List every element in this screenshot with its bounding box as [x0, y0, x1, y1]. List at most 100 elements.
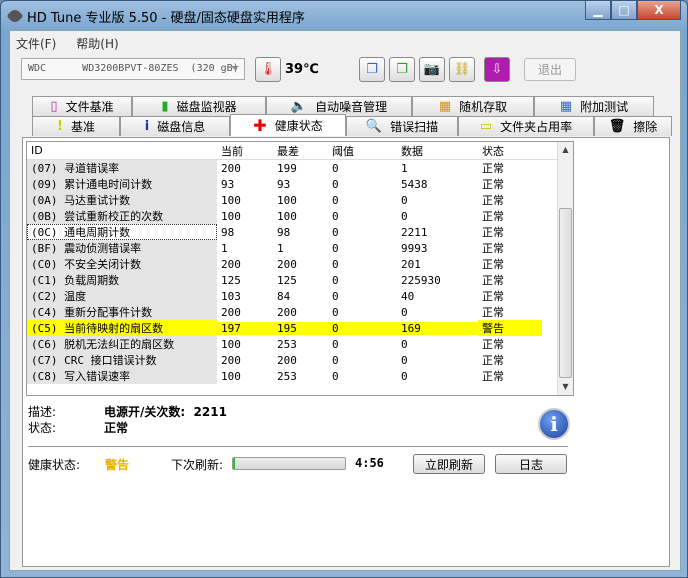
tab-file-benchmark[interactable]: ▯ 文件基准 [32, 96, 132, 116]
tab-health[interactable]: ✚ 健康状态 [230, 114, 346, 136]
tab-aam[interactable]: 🔈 自动噪音管理 [266, 96, 412, 116]
copy-info-button[interactable]: ❐ [359, 57, 385, 82]
col-data[interactable]: 数据 [397, 143, 478, 159]
tab-disk-info[interactable]: i 磁盘信息 [120, 116, 230, 136]
tab-random-access[interactable]: ▦ 随机存取 [412, 96, 534, 116]
table-row[interactable]: (09) 累计通电时间计数 93 93 0 5438 正常 [27, 176, 573, 192]
cell: 0 [332, 225, 339, 239]
cell: 警告 [478, 320, 542, 336]
tab-extra-tests[interactable]: ▦ 附加测试 [534, 96, 654, 116]
refresh-now-button[interactable]: 立即刷新 [413, 454, 485, 474]
cell: 195 [273, 321, 328, 335]
table-row[interactable]: (C0) 不安全关闭计数 200 200 0 201 正常 [27, 256, 573, 272]
cell: 正常 [482, 370, 504, 383]
menu-file[interactable]: 文件(F) [16, 35, 56, 52]
copy-all-button[interactable]: ❐ [389, 57, 415, 82]
window-title: HD Tune 专业版 5.50 - 硬盘/固态硬盘实用程序 [27, 10, 305, 26]
cell: 0 [332, 337, 339, 351]
cell: 1 [401, 161, 408, 175]
red-cross-icon: ✚ [253, 116, 267, 135]
cell: 200 [221, 161, 241, 175]
col-status[interactable]: 状态 [478, 143, 542, 159]
title-bar: HD Tune 专业版 5.50 - 硬盘/固态硬盘实用程序 [6, 6, 305, 26]
cell: (C7) CRC 接口错误计数 [27, 352, 217, 368]
table-row[interactable]: (C6) 脱机无法纠正的扇区数 100 253 0 0 正常 [27, 336, 573, 352]
cell: 0 [332, 241, 339, 255]
tab-label: 文件基准 [65, 100, 114, 114]
cell: 0 [332, 353, 339, 367]
magnifier-icon: 🔍 [365, 119, 383, 134]
info-icon: i [144, 119, 150, 134]
tab-benchmark[interactable]: ! 基准 [32, 116, 120, 136]
cell: (C0) 不安全关闭计数 [27, 256, 217, 272]
health-value: 警告 [105, 458, 130, 472]
tab-label: 擦除 [633, 120, 658, 134]
cell: (C6) 脱机无法纠正的扇区数 [27, 336, 217, 352]
cell: 200 [221, 305, 241, 319]
minimize-button[interactable]: ▁ [585, 1, 611, 20]
cell: 0 [332, 209, 339, 223]
cell: 40 [401, 289, 415, 303]
cell: 0 [332, 161, 339, 175]
cell: 103 [221, 289, 241, 303]
table-header: ID 当前 最差 阈值 数据 状态 [27, 142, 573, 160]
table-row[interactable]: (C1) 负载周期数 125 125 0 225930 正常 [27, 272, 573, 288]
col-threshold[interactable]: 阈值 [328, 143, 397, 159]
table-row[interactable]: (07) 寻道错误率 200 199 0 1 正常 [27, 160, 573, 176]
cell: 100 [277, 193, 297, 207]
scroll-thumb[interactable] [559, 208, 572, 378]
cell: 84 [277, 289, 291, 303]
cell: 正常 [482, 178, 504, 191]
screenshot-button[interactable]: 📷 [419, 57, 445, 82]
tab-erase[interactable]: 🗑 擦除 [594, 116, 672, 136]
tab-label: 附加测试 [580, 100, 629, 114]
cell: (C8) 写入错误速率 [27, 368, 217, 384]
cell: 100 [221, 209, 241, 223]
copy-all-icon: ❐ [396, 62, 408, 77]
tab-error-scan[interactable]: 🔍 错误扫描 [346, 116, 458, 136]
tab-folder-usage[interactable]: ▭ 文件夹占用率 [458, 116, 594, 136]
cell: 169 [397, 321, 478, 335]
cell: 9993 [401, 241, 428, 255]
cell: 正常 [482, 226, 504, 239]
refresh-label: 下次刷新: [171, 458, 224, 472]
cell: 正常 [482, 338, 504, 351]
scroll-up-icon[interactable]: ▲ [558, 142, 573, 158]
close-button[interactable]: X [637, 1, 681, 20]
tab-label: 文件夹占用率 [500, 120, 573, 134]
tab-label: 磁盘信息 [157, 120, 206, 134]
table-row[interactable]: (C7) CRC 接口错误计数 200 200 0 0 正常 [27, 352, 573, 368]
save-button[interactable]: ⇩ [484, 57, 510, 82]
log-button[interactable]: 日志 [495, 454, 567, 474]
cell: 正常 [482, 258, 504, 271]
cell: 200 [277, 353, 297, 367]
menu-help[interactable]: 帮助(H) [76, 35, 118, 52]
cell: (C5) 当前待映射的扇区数 [27, 320, 217, 336]
col-id[interactable]: ID [27, 144, 217, 157]
exit-button[interactable]: 退出 [524, 58, 576, 81]
cell: (0B) 尝试重新校正的次数 [27, 208, 217, 224]
exclamation-icon: ! [57, 119, 63, 134]
temperature-button[interactable]: 🌡 [255, 57, 281, 82]
tab-disk-monitor[interactable]: ▮ 磁盘监视器 [132, 96, 266, 116]
table-row[interactable]: (BF) 震动侦测错误率 1 1 0 9993 正常 [27, 240, 573, 256]
tab-label: 健康状态 [274, 119, 323, 133]
col-worst[interactable]: 最差 [273, 143, 328, 159]
arrow-down-icon: ⇩ [491, 62, 503, 77]
smart-table: ID 当前 最差 阈值 数据 状态 (07) 寻道错误率 200 199 0 1 正常 (0… [26, 141, 574, 396]
table-row[interactable]: (0C) 通电周期计数 98 98 0 2211 正常 [27, 224, 573, 240]
options-button[interactable]: ⛓ [449, 57, 475, 82]
scroll-down-icon[interactable]: ▼ [558, 379, 573, 395]
drive-select[interactable]: WDC WD3200BPVT-80ZES (320 gB) [21, 58, 245, 80]
table-row[interactable]: (0A) 马达重试计数 100 100 0 0 正常 [27, 192, 573, 208]
table-row[interactable]: (C8) 写入错误速率 100 253 0 0 正常 [27, 368, 573, 384]
scrollbar[interactable]: ▲ ▼ [557, 142, 573, 395]
table-row[interactable]: (C5) 当前待映射的扇区数 197 195 0 169 警告 [27, 320, 573, 336]
table-row[interactable]: (C4) 重新分配事件计数 200 200 0 0 正常 [27, 304, 573, 320]
info-icon[interactable]: i [538, 408, 570, 440]
table-row[interactable]: (C2) 温度 103 84 0 40 正常 [27, 288, 573, 304]
maximize-button[interactable]: □ [611, 1, 637, 20]
table-row[interactable]: (0B) 尝试重新校正的次数 100 100 0 0 正常 [27, 208, 573, 224]
cell: 100 [221, 369, 241, 383]
col-current[interactable]: 当前 [217, 143, 273, 159]
